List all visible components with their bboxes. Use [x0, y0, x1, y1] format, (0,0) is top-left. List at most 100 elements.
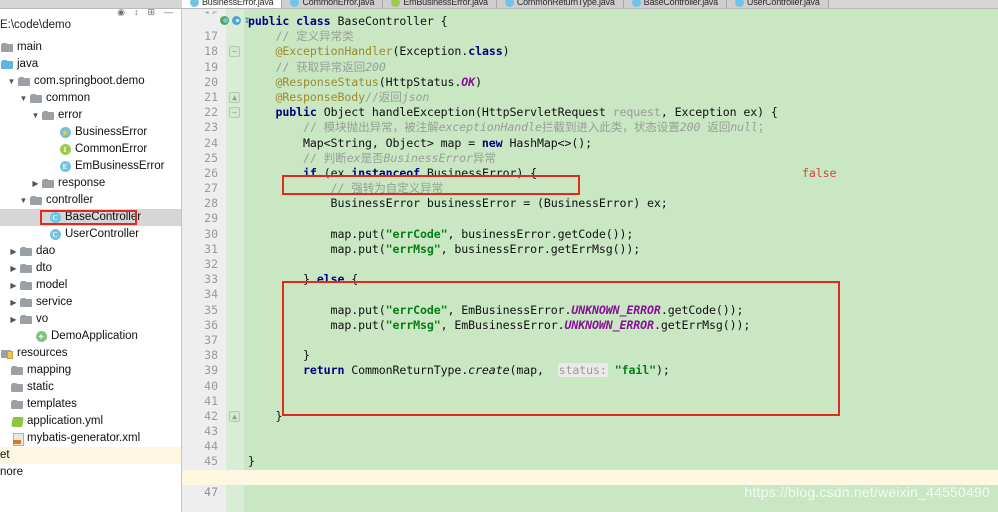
tree-item-dao[interactable]: ▶ dao: [0, 243, 181, 260]
tree-item-vo[interactable]: ▶ vo: [0, 311, 181, 328]
annotation-box-base-controller: [40, 210, 137, 225]
tab-label: UserController.java: [746, 0, 820, 7]
tree-item-label: java: [17, 58, 39, 70]
class-icon: [504, 0, 514, 7]
fold-marker-icon[interactable]: −: [229, 107, 240, 119]
code-line: 30: [182, 211, 998, 241]
tree-item-com-springboot-demo[interactable]: ▼ com.springboot.demo: [0, 73, 181, 90]
chevron-down-icon[interactable]: ▼: [18, 94, 29, 103]
settings-icon[interactable]: ⊞: [147, 9, 155, 17]
project-tool-window[interactable]: ◉ ↕ ⊞ — E:\code\demo main java ▼ com.spr…: [0, 9, 182, 512]
tree-item-error[interactable]: ▼ error: [0, 107, 181, 124]
tab-common-error[interactable]: CommonError.java: [282, 0, 384, 8]
tree-item-service[interactable]: ▶ service: [0, 294, 181, 311]
tree-item-common-error[interactable]: I CommonError: [0, 141, 181, 158]
tree-item-dto[interactable]: ▶ dto: [0, 260, 181, 277]
code-line: 37 map.put("errMsg", EmBusinessError.UNK…: [182, 318, 998, 347]
code-text: @ResponseBody//返回json: [275, 89, 430, 104]
inlay-hint-status: status:: [557, 363, 608, 378]
chevron-right-icon[interactable]: ▶: [8, 281, 19, 290]
tree-item-model[interactable]: ▶ model: [0, 277, 181, 294]
tree-item-mybatis-generator-xml[interactable]: mybatis-generator.xml: [0, 430, 181, 447]
tree-item-em-business-error[interactable]: E EmBusinessError: [0, 158, 181, 175]
tree-item-application-yml[interactable]: application.yml: [0, 413, 181, 430]
code-text: @ResponseStatus(HttpStatus.OK): [275, 74, 483, 89]
tree-item-common[interactable]: ▼ common: [0, 90, 181, 107]
code-line: 41: [182, 379, 998, 408]
code-line: 28 // 强转为自定义异常: [182, 181, 998, 210]
code-text: Map<String, Object> map = new HashMap<>(…: [248, 135, 593, 150]
code-line: 23 − public Object handleException(HttpS…: [182, 105, 998, 134]
project-root-path: E:\code\demo: [0, 19, 71, 31]
tree-item-main[interactable]: main: [0, 39, 181, 56]
code-line-current: 47: [182, 469, 998, 499]
tree-item-label: mapping: [27, 364, 72, 376]
tree-item-base-controller[interactable]: C BaseController: [0, 209, 181, 226]
chevron-down-icon[interactable]: ▼: [18, 196, 29, 205]
tree-item-resources[interactable]: resources: [0, 345, 181, 362]
fold-marker-icon[interactable]: ▲: [229, 410, 240, 422]
enum-icon: [391, 0, 401, 7]
override-method-icon[interactable]: [220, 15, 231, 26]
code-line: 17 ↧ public class BaseController {: [182, 14, 998, 43]
fold-marker-icon[interactable]: −: [229, 46, 240, 58]
code-line: 25 Map<String, Object> map = new HashMap…: [182, 135, 998, 165]
tree-item-label: resources: [17, 347, 68, 359]
tab-base-controller[interactable]: BaseController.java: [623, 0, 727, 8]
project-toolbar[interactable]: ◉ ↕ ⊞ —: [0, 9, 181, 19]
package-icon: [41, 179, 55, 188]
tree-item-demo-application[interactable]: ✦ DemoApplication: [0, 328, 181, 345]
tree-item-label: et: [0, 449, 10, 461]
code-line: 31 map.put("errCode", businessError.getC…: [182, 227, 998, 256]
code-line: 36 map.put("errCode", EmBusinessError.UN…: [182, 302, 998, 332]
gutter-icons[interactable]: ↧: [220, 15, 250, 26]
folder-icon: [10, 383, 24, 392]
code-text: // 强转为自定义异常: [248, 181, 444, 196]
tree-item-label: dao: [36, 245, 56, 257]
tab-label: BaseController.java: [643, 0, 718, 7]
tree-item-gitignore[interactable]: nore: [0, 464, 181, 481]
editor-tab-bar[interactable]: BusinessError.java CommonError.java EmBu…: [0, 0, 998, 9]
tree-item-controller[interactable]: ▼ controller: [0, 192, 181, 209]
tree-item-label: EmBusinessError: [75, 160, 165, 172]
tree-item-mapping[interactable]: mapping: [0, 362, 181, 379]
ide-window: BusinessError.java CommonError.java EmBu…: [0, 0, 998, 512]
code-line: 40 return CommonReturnType.create(map, s…: [182, 363, 998, 393]
tab-common-return-type[interactable]: CommonReturnType.java: [496, 0, 624, 8]
tab-user-controller[interactable]: UserController.java: [726, 0, 829, 8]
expand-icon[interactable]: ↕: [134, 9, 139, 17]
collapse-all-icon[interactable]: ◉: [117, 9, 125, 17]
fold-marker-icon[interactable]: ▲: [229, 91, 240, 103]
spring-bean-icon[interactable]: [232, 15, 243, 26]
tree-item-java[interactable]: java: [0, 56, 181, 73]
tree-item-response[interactable]: ▶ response: [0, 175, 181, 192]
code-editor[interactable]: 16 17 ↧ public class BaseController { 18: [182, 9, 998, 512]
package-icon: [17, 77, 31, 86]
hide-icon[interactable]: —: [164, 9, 173, 17]
chevron-down-icon[interactable]: ▼: [30, 111, 41, 120]
project-tree[interactable]: main java ▼ com.springboot.demo ▼ common…: [0, 37, 181, 481]
code-text: // 定义异常类: [248, 29, 354, 44]
code-line: 19 − @ExceptionHandler(Exception.class): [182, 44, 998, 73]
tab-label: CommonError.java: [302, 0, 375, 7]
inlay-hint-false: false: [802, 165, 837, 180]
tree-item-target[interactable]: et: [0, 447, 181, 464]
tree-item-label: model: [36, 279, 68, 291]
code-text: public class BaseController {: [248, 14, 448, 28]
tree-item-user-controller[interactable]: C UserController: [0, 226, 181, 243]
tab-label: CommonReturnType.java: [516, 0, 615, 7]
tab-em-business-error[interactable]: EmBusinessError.java: [383, 0, 497, 8]
chevron-right-icon[interactable]: ▶: [8, 298, 19, 307]
chevron-right-icon[interactable]: ▶: [8, 315, 19, 324]
chevron-right-icon[interactable]: ▶: [8, 247, 19, 256]
tree-item-templates[interactable]: templates: [0, 396, 181, 413]
chevron-right-icon[interactable]: ▶: [8, 264, 19, 273]
tree-item-label: application.yml: [27, 415, 104, 427]
tab-label: BusinessError.java: [202, 0, 274, 7]
tree-item-business-error[interactable]: ⚡ BusinessError: [0, 124, 181, 141]
tab-business-error[interactable]: BusinessError.java: [182, 0, 283, 8]
tree-item-static[interactable]: static: [0, 379, 181, 396]
code-text: map.put("errCode", EmBusinessError.UNKNO…: [248, 302, 744, 317]
chevron-right-icon[interactable]: ▶: [30, 179, 41, 188]
chevron-down-icon[interactable]: ▼: [6, 77, 17, 86]
